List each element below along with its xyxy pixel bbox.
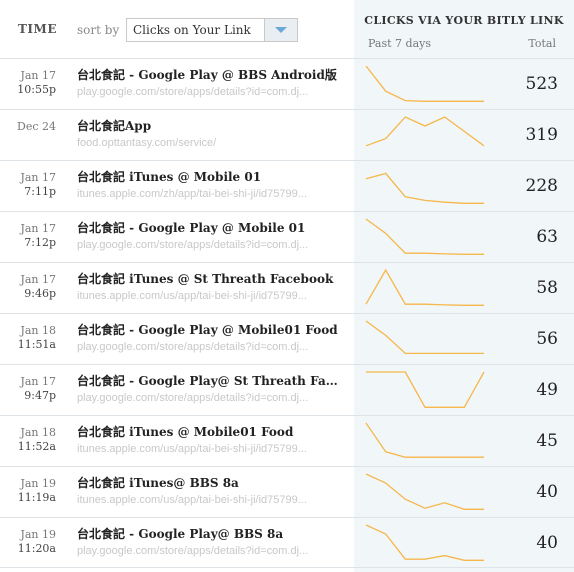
sparkline-series <box>365 320 484 355</box>
past-7-days-label: Past 7 days <box>368 37 431 50</box>
link-date: Jan 17 <box>20 375 56 388</box>
link-date: Dec 24 <box>17 120 56 133</box>
link-title[interactable]: 台北食記 iTunes@ BBS 8a <box>77 475 343 491</box>
link-time: 9:47p <box>24 389 56 402</box>
click-total: 58 <box>536 278 558 298</box>
sparkline-series <box>365 65 484 102</box>
click-total: 319 <box>525 125 558 145</box>
sparkline-series <box>365 473 484 510</box>
link-time: 11:52a <box>17 440 56 453</box>
link-row[interactable]: Jan 17 7:11p 台北食記 iTunes @ Mobile 01 itunes… <box>0 160 574 211</box>
link-stats-panel: TIME sort by Clicks on Your Link CLICKS … <box>0 0 574 572</box>
sparkline-series <box>365 524 484 561</box>
clicks-sparkline <box>365 65 484 102</box>
link-date: Jan 18 <box>20 426 56 439</box>
link-row[interactable]: Jan 17 9:46p 台北食記 iTunes @ St Threath Face… <box>0 262 574 313</box>
link-date: Jan 19 <box>20 477 56 490</box>
link-row[interactable]: Jan 18 11:51a 台北食記 - Google Play @ Mobile0… <box>0 313 574 364</box>
link-url[interactable]: play.google.com/store/apps/details?id=co… <box>77 238 343 252</box>
clicks-sparkline <box>365 473 484 510</box>
link-date: Jan 17 <box>20 222 56 235</box>
link-time: 11:51a <box>17 338 56 351</box>
link-url[interactable]: food.opttantasy.com/service/ <box>77 136 343 150</box>
click-total: 523 <box>525 74 558 94</box>
link-title[interactable]: 台北食記 iTunes @ Mobile 01 <box>77 169 343 185</box>
click-total: 49 <box>536 380 558 400</box>
link-url[interactable]: itunes.apple.com/us/app/tai-bei-shi-ji/i… <box>77 289 343 303</box>
total-column-header: Total <box>528 37 556 50</box>
sparkline-series <box>365 116 485 147</box>
click-total: 40 <box>536 533 558 553</box>
link-list: Jan 17 10:55p 台北食記 - Google Play @ BBS And… <box>0 58 574 568</box>
link-url[interactable]: itunes.apple.com/us/app/tai-bei-shi-ji/i… <box>77 493 343 507</box>
sparkline-series <box>366 371 485 408</box>
link-time: 7:12p <box>24 236 56 249</box>
sparkline-series <box>365 218 484 255</box>
link-time: 7:11p <box>24 185 56 198</box>
link-row[interactable]: Jan 17 9:47p 台北食記 - Google Play@ St Threat… <box>0 364 574 415</box>
link-date: Jan 19 <box>20 528 56 541</box>
link-title[interactable]: 台北食記 - Google Play @ BBS Android版 <box>77 67 343 83</box>
chevron-down-icon <box>275 27 287 33</box>
click-total: 56 <box>536 329 558 349</box>
link-url[interactable]: itunes.apple.com/us/app/tai-bei-shi-ji/i… <box>77 442 343 456</box>
link-title[interactable]: 台北食記 - Google Play @ Mobile01 Food <box>77 322 343 338</box>
time-column-header: TIME <box>18 22 57 36</box>
link-title[interactable]: 台北食記 iTunes @ St Threath Facebook <box>77 271 343 287</box>
link-url[interactable]: play.google.com/store/apps/details?id=co… <box>77 85 343 99</box>
link-row[interactable]: Jan 19 11:20a 台北食記 - Google Play@ BBS 8a pl… <box>0 517 574 568</box>
click-total: 228 <box>525 176 558 196</box>
link-title[interactable]: 台北食記 - Google Play@ BBS 8a <box>77 526 343 542</box>
dropdown-toggle[interactable] <box>264 19 297 41</box>
link-url[interactable]: itunes.apple.com/zh/app/tai-bei-shi-ji/i… <box>77 187 343 201</box>
sort-dropdown-value: Clicks on Your Link <box>133 23 251 37</box>
link-time: 9:46p <box>24 287 56 300</box>
sparkline-series <box>365 172 484 204</box>
link-time: 11:20a <box>17 542 56 555</box>
sparkline-series <box>365 422 484 458</box>
clicks-sparkline <box>366 371 485 408</box>
click-total: 45 <box>536 431 558 451</box>
link-title[interactable]: 台北食記 - Google Play@ St Threath Facebook <box>77 373 343 389</box>
link-time: 11:19a <box>17 491 56 504</box>
link-row[interactable]: Jan 18 11:52a 台北食記 iTunes @ Mobile01 Food i… <box>0 415 574 466</box>
click-total: 40 <box>536 482 558 502</box>
sparkline-series <box>365 268 484 306</box>
link-row[interactable]: Jan 17 10:55p 台北食記 - Google Play @ BBS And… <box>0 58 574 109</box>
clicks-sparkline <box>365 268 484 306</box>
link-url[interactable]: play.google.com/store/apps/details?id=co… <box>77 544 343 558</box>
link-date: Jan 17 <box>20 273 56 286</box>
clicks-sparkline <box>365 116 485 147</box>
sort-dropdown[interactable]: Clicks on Your Link <box>126 18 298 42</box>
link-row[interactable]: Jan 19 11:19a 台北食記 iTunes@ BBS 8a itunes.ap… <box>0 466 574 517</box>
click-total: 63 <box>536 227 558 247</box>
link-url[interactable]: play.google.com/store/apps/details?id=co… <box>77 391 343 405</box>
link-date: Jan 17 <box>20 69 56 82</box>
sort-by-label: sort by <box>77 23 120 37</box>
clicks-sparkline <box>365 320 484 355</box>
link-time: 10:55p <box>17 83 56 96</box>
table-header: TIME sort by Clicks on Your Link CLICKS … <box>0 0 574 58</box>
link-title[interactable]: 台北食記App <box>77 118 343 134</box>
link-url[interactable]: play.google.com/store/apps/details?id=co… <box>77 340 343 354</box>
link-date: Jan 18 <box>20 324 56 337</box>
clicks-sparkline <box>365 218 484 255</box>
link-title[interactable]: 台北食記 - Google Play @ Mobile 01 <box>77 220 343 236</box>
link-title[interactable]: 台北食記 iTunes @ Mobile01 Food <box>77 424 343 440</box>
clicks-sparkline <box>365 172 484 204</box>
clicks-sparkline <box>365 524 484 561</box>
link-row[interactable]: Jan 17 7:12p 台北食記 - Google Play @ Mobile 0… <box>0 211 574 262</box>
link-date: Jan 17 <box>20 171 56 184</box>
link-row[interactable]: Dec 24 台北食記App food.opttantasy.com/service… <box>0 109 574 160</box>
stats-column-title: CLICKS VIA YOUR BITLY LINK <box>364 14 564 27</box>
clicks-sparkline <box>365 422 484 458</box>
